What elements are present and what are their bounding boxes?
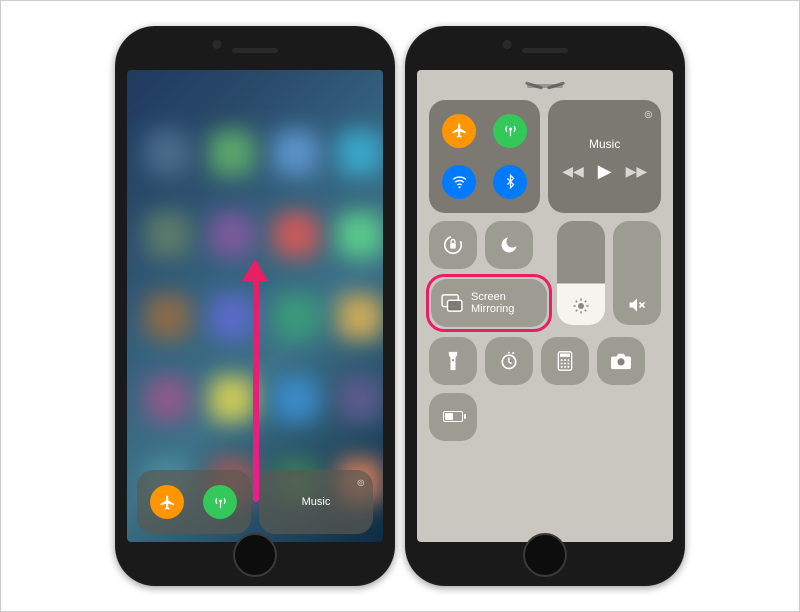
wifi-toggle[interactable] (442, 165, 476, 199)
airdrop-toggle[interactable] (203, 485, 237, 519)
iphone-screen-right: ⊚ Music ◀◀ ▶ ▶▶ (417, 70, 673, 542)
connectivity-tile-peek[interactable] (137, 470, 251, 534)
volume-mute-icon (627, 295, 647, 315)
rewind-button[interactable]: ◀◀ (562, 163, 584, 180)
cc-row-1: ⊚ Music ◀◀ ▶ ▶▶ (429, 100, 661, 213)
airplay-icon: ⊚ (644, 108, 653, 121)
iphone-left: ⊚ Music (115, 26, 395, 586)
airplay-icon: ⊚ (357, 478, 365, 489)
control-center: ⊚ Music ◀◀ ▶ ▶▶ (417, 70, 673, 542)
play-button[interactable]: ▶ (598, 161, 612, 182)
volume-slider[interactable] (613, 221, 661, 325)
home-button[interactable] (523, 533, 567, 577)
lock-rotation-icon (442, 234, 464, 256)
timer-icon (499, 351, 519, 371)
antenna-icon (502, 122, 519, 139)
wifi-icon (451, 173, 468, 190)
brightness-slider[interactable] (557, 221, 605, 325)
flashlight-icon (446, 351, 460, 371)
iphone-screen-left: ⊚ Music (127, 70, 383, 542)
control-center-peek[interactable]: ⊚ Music (127, 462, 383, 542)
music-tile[interactable]: ⊚ Music ◀◀ ▶ ▶▶ (548, 100, 661, 213)
calculator-button[interactable] (541, 337, 589, 385)
battery-icon (443, 411, 463, 422)
music-controls: ◀◀ ▶ ▶▶ (562, 161, 647, 182)
cc-row-3 (429, 337, 661, 385)
forward-button[interactable]: ▶▶ (626, 163, 648, 180)
cellular-toggle[interactable] (493, 114, 527, 148)
timer-button[interactable] (485, 337, 533, 385)
do-not-disturb-button[interactable] (485, 221, 533, 269)
antenna-icon (212, 494, 229, 511)
moon-icon (499, 235, 519, 255)
music-tile-peek[interactable]: ⊚ Music (259, 470, 373, 534)
camera-icon (610, 352, 632, 370)
screen-mirroring-icon (441, 294, 463, 312)
music-label: Music (589, 137, 620, 151)
low-power-mode-button[interactable] (429, 393, 477, 441)
brightness-icon (572, 297, 590, 315)
orientation-lock-button[interactable] (429, 221, 477, 269)
connectivity-tile[interactable] (429, 100, 540, 213)
airplane-icon (159, 494, 176, 511)
iphone-right: ⊚ Music ◀◀ ▶ ▶▶ (405, 26, 685, 586)
home-button[interactable] (233, 533, 277, 577)
calculator-icon (557, 351, 573, 371)
bluetooth-toggle[interactable] (493, 165, 527, 199)
music-label: Music (302, 496, 331, 508)
airplane-mode-toggle[interactable] (150, 485, 184, 519)
bluetooth-icon (503, 173, 518, 190)
camera-button[interactable] (597, 337, 645, 385)
cc-row-2: Screen Mirroring (429, 221, 661, 329)
screen-mirroring-button[interactable]: Screen Mirroring (431, 279, 547, 327)
arrow-head-icon (242, 259, 268, 281)
screen-mirroring-highlight: Screen Mirroring (426, 274, 552, 332)
cc-row-4 (429, 393, 661, 441)
airplane-mode-toggle[interactable] (442, 114, 476, 148)
screen-mirroring-label: Screen Mirroring (471, 291, 514, 315)
control-center-handle[interactable] (527, 84, 563, 88)
flashlight-button[interactable] (429, 337, 477, 385)
airplane-icon (451, 122, 468, 139)
